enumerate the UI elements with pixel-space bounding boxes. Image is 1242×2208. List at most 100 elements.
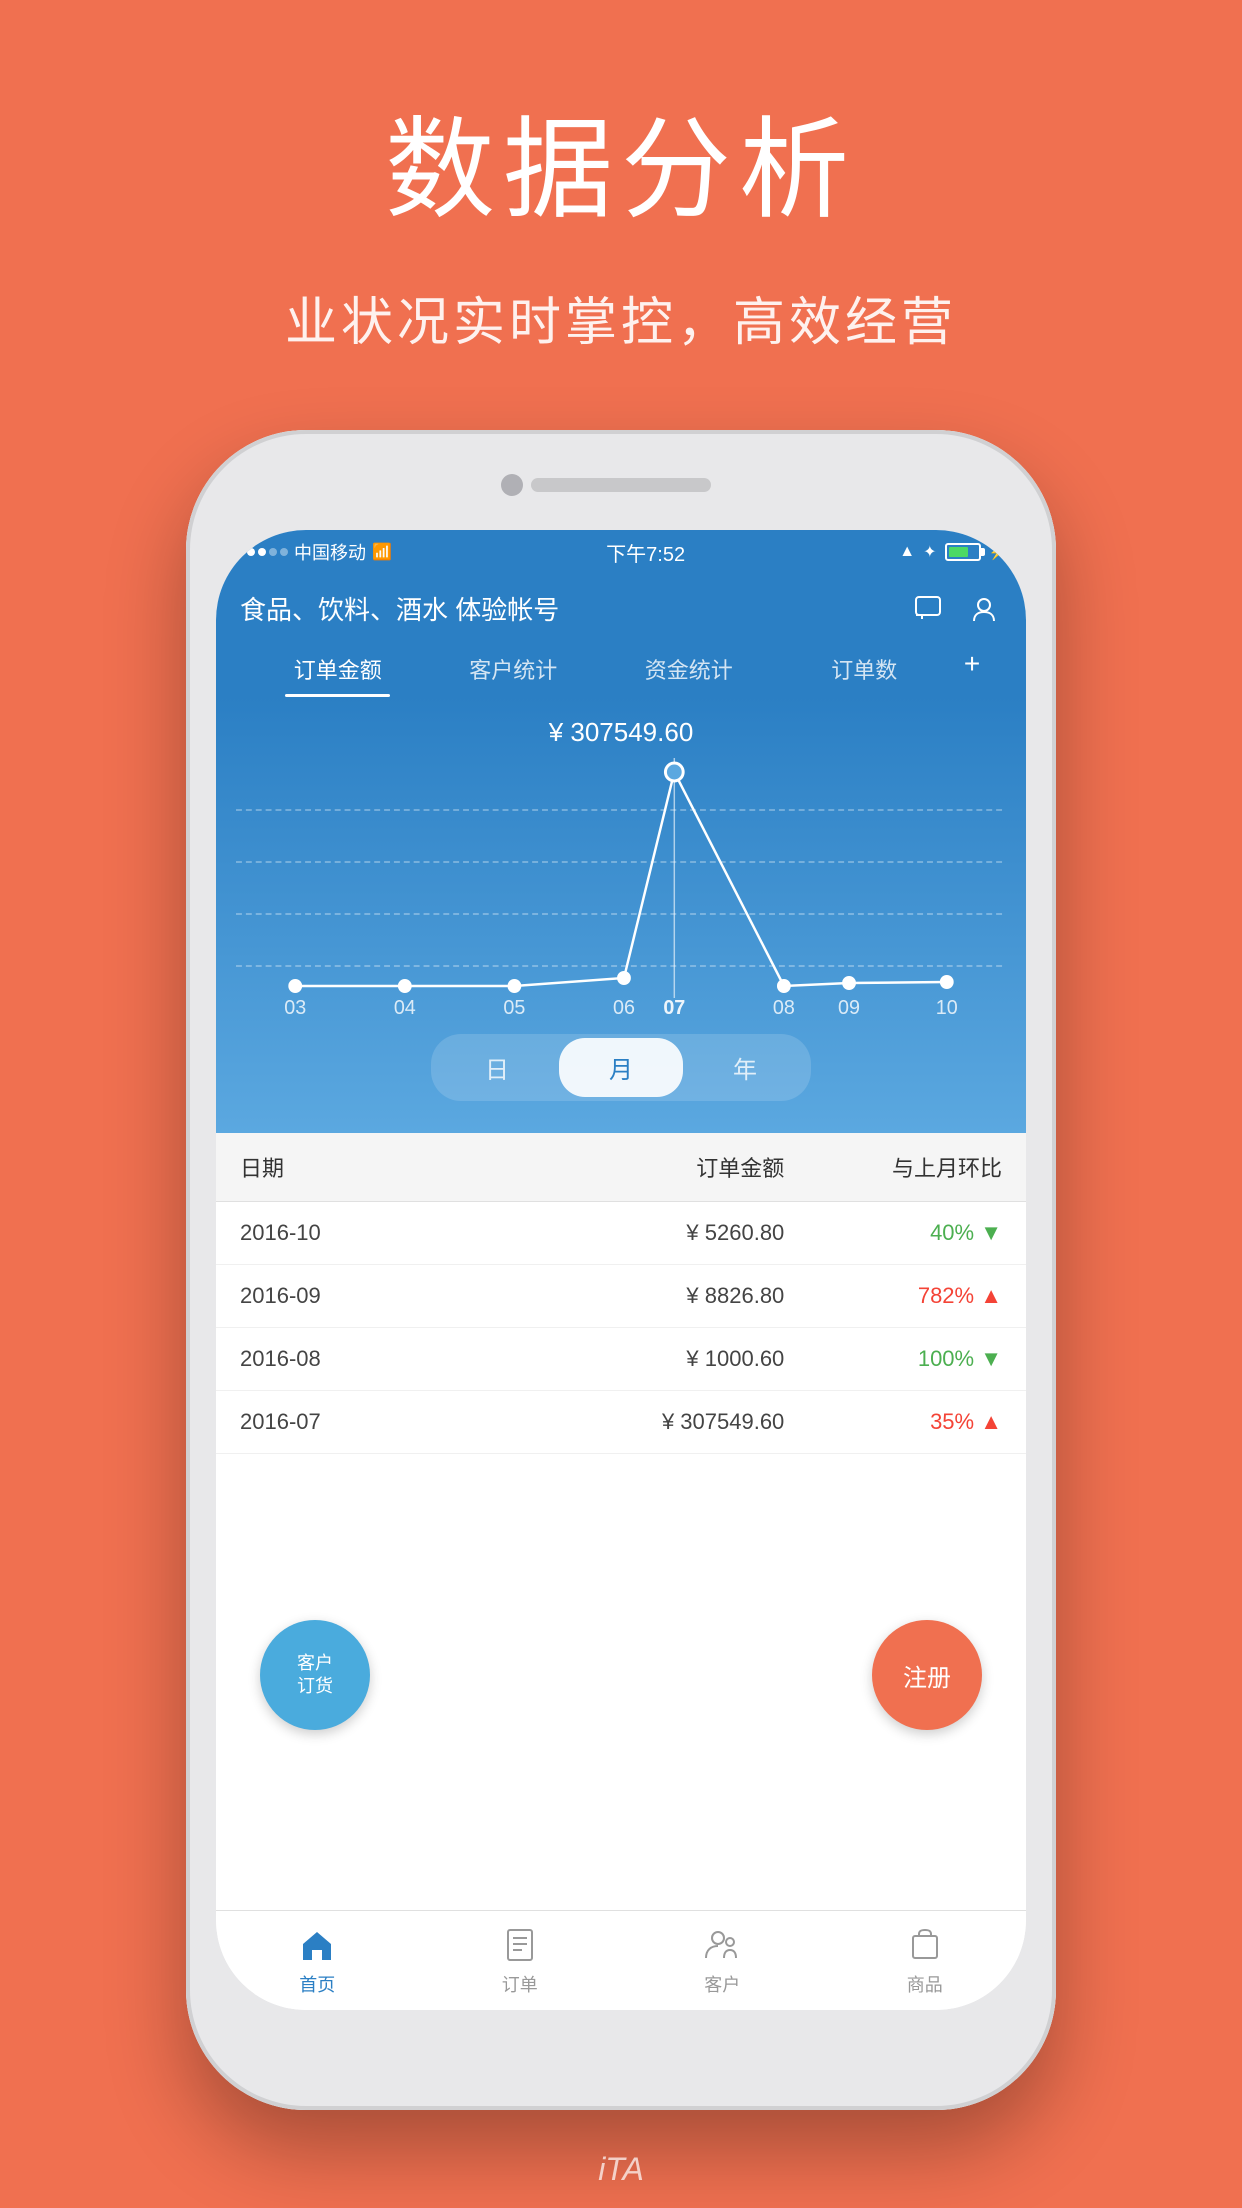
x-label-10: 10: [936, 997, 958, 1018]
table-row: 2016-10 ¥ 5260.80 40% ▼: [216, 1202, 1026, 1265]
tab-navigation: 订单金额 客户统计 资金统计 订单数 +: [240, 643, 1002, 697]
nav-item-customer[interactable]: 客户: [621, 1925, 824, 1997]
nav-item-product[interactable]: 商品: [824, 1925, 1027, 1997]
arrow-down-icon: ▼: [980, 1220, 1002, 1245]
nav-label-home: 首页: [299, 1971, 335, 1997]
app-header: 食品、饮料、酒水 体验帐号: [216, 574, 1026, 697]
message-icon[interactable]: [910, 591, 946, 627]
orders-icon: [498, 1925, 542, 1965]
nav-label-customer: 客户: [704, 1971, 740, 1997]
chart-value-label: ¥ 307549.60: [226, 717, 1016, 748]
signal-dot-4: [269, 548, 277, 556]
cell-amount-3: ¥ 307549.60: [458, 1409, 785, 1435]
arrow-up-icon-2: ▲: [980, 1409, 1002, 1434]
chart-dot-06: [618, 972, 630, 984]
status-time: 下午7:52: [606, 538, 685, 567]
phone-mockup: 中国移动 📶 下午7:52 ▲ ✦ ⚡ 食品、饮料、酒水 体验帐号: [186, 430, 1056, 2110]
period-buttons: 日 月 年: [431, 1034, 811, 1101]
x-label-08: 08: [773, 997, 795, 1018]
x-label-05: 05: [503, 997, 525, 1018]
cell-date-3: 2016-07: [240, 1409, 458, 1435]
cell-date-0: 2016-10: [240, 1220, 458, 1246]
chart-dot-04: [399, 980, 411, 992]
phone-screen: 中国移动 📶 下午7:52 ▲ ✦ ⚡ 食品、饮料、酒水 体验帐号: [216, 530, 1026, 2010]
signal-dots: [236, 548, 288, 556]
nav-label-orders: 订单: [502, 1971, 538, 1997]
phone-outer: 中国移动 📶 下午7:52 ▲ ✦ ⚡ 食品、饮料、酒水 体验帐号: [186, 430, 1056, 2110]
tab-fund-stats[interactable]: 资金统计: [601, 643, 777, 697]
float-register-button[interactable]: 注册: [872, 1620, 982, 1730]
tab-order-count[interactable]: 订单数: [777, 643, 953, 697]
customer-icon: [700, 1925, 744, 1965]
x-label-09: 09: [838, 997, 860, 1018]
header-change: 与上月环比: [784, 1151, 1002, 1183]
nav-item-home[interactable]: 首页: [216, 1925, 419, 1997]
chart-dot-08: [778, 980, 790, 992]
status-right: ▲ ✦ ⚡: [899, 542, 1006, 562]
header-amount: 订单金额: [458, 1151, 785, 1183]
x-label-03: 03: [284, 997, 306, 1018]
table-header: 日期 订单金额 与上月环比: [216, 1133, 1026, 1202]
cell-date-2: 2016-08: [240, 1346, 458, 1372]
app-title: 食品、饮料、酒水 体验帐号: [240, 590, 559, 627]
arrow-up-icon: ▲: [980, 1283, 1002, 1308]
carrier-label: 中国移动: [294, 539, 366, 565]
cell-change-1: 782% ▲: [784, 1283, 1002, 1309]
hero-subtitle: 业状况实时掌控，高效经营: [0, 280, 1242, 355]
status-left: 中国移动 📶: [236, 539, 392, 565]
bluetooth-icon: ✦: [923, 542, 936, 562]
nav-label-product: 商品: [907, 1971, 943, 1997]
chart-dot-07: [665, 763, 683, 781]
table-row: 2016-08 ¥ 1000.60 100% ▼: [216, 1328, 1026, 1391]
cell-amount-2: ¥ 1000.60: [458, 1346, 785, 1372]
chart-dot-10: [941, 976, 953, 988]
signal-dot-3: [258, 548, 266, 556]
tab-customer-stats[interactable]: 客户统计: [426, 643, 602, 697]
table-row: 2016-07 ¥ 307549.60 35% ▲: [216, 1391, 1026, 1454]
signal-dot-5: [280, 548, 288, 556]
cell-amount-1: ¥ 8826.80: [458, 1283, 785, 1309]
chart-dot-05: [508, 980, 520, 992]
wifi-icon: 📶: [372, 542, 392, 562]
cell-change-2: 100% ▼: [784, 1346, 1002, 1372]
data-table: 日期 订单金额 与上月环比 2016-10 ¥ 5260.80 40% ▼ 20…: [216, 1133, 1026, 1454]
cell-amount-0: ¥ 5260.80: [458, 1220, 785, 1246]
header-icons: [910, 591, 1002, 627]
status-bar: 中国移动 📶 下午7:52 ▲ ✦ ⚡: [216, 530, 1026, 574]
x-label-07: 07: [663, 997, 685, 1018]
period-btn-month[interactable]: 月: [559, 1038, 683, 1097]
location-icon: ▲: [899, 543, 915, 561]
hero-title: 数据分析: [0, 80, 1242, 240]
tab-add-button[interactable]: +: [952, 643, 992, 697]
battery-fill: [949, 547, 969, 557]
cell-change-0: 40% ▼: [784, 1220, 1002, 1246]
cell-change-3: 35% ▲: [784, 1409, 1002, 1435]
table-row: 2016-09 ¥ 8826.80 782% ▲: [216, 1265, 1026, 1328]
signal-dot-2: [247, 548, 255, 556]
app-title-row: 食品、饮料、酒水 体验帐号: [240, 590, 1002, 627]
period-btn-day[interactable]: 日: [435, 1038, 559, 1097]
charging-icon: ⚡: [989, 544, 1006, 561]
arrow-down-icon-2: ▼: [980, 1346, 1002, 1371]
chart-container: ¥ 307549.60: [216, 697, 1026, 1133]
x-label-04: 04: [394, 997, 416, 1018]
battery: [945, 543, 981, 561]
signal-dot-1: [236, 548, 244, 556]
product-icon: [903, 1925, 947, 1965]
chart-dot-09: [843, 977, 855, 989]
hero-section: 数据分析 业状况实时掌控，高效经营: [0, 0, 1242, 355]
header-date: 日期: [240, 1151, 458, 1183]
phone-camera: [501, 474, 523, 496]
float-customer-button[interactable]: 客户 订货: [260, 1620, 370, 1730]
home-icon: [295, 1925, 339, 1965]
cell-date-1: 2016-09: [240, 1283, 458, 1309]
x-label-06: 06: [613, 997, 635, 1018]
phone-speaker: [531, 478, 711, 492]
chart-dot-03: [289, 980, 301, 992]
user-icon[interactable]: [966, 591, 1002, 627]
period-btn-year[interactable]: 年: [683, 1038, 807, 1097]
bottom-text: iTA: [598, 2151, 644, 2188]
tab-order-amount[interactable]: 订单金额: [250, 643, 426, 697]
nav-item-orders[interactable]: 订单: [419, 1925, 622, 1997]
chart-area: 03 04 05 06 07 08 09 10: [236, 758, 1006, 1018]
